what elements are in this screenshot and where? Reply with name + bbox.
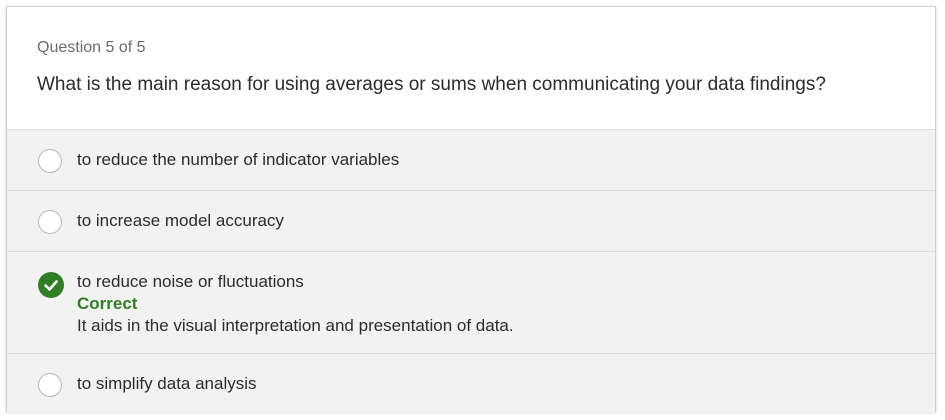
radio-circle-icon[interactable] [38,373,62,397]
answer-options: to reduce the number of indicator variab… [7,129,935,414]
radio-circle-icon[interactable] [38,210,62,234]
answer-explanation: It aids in the visual interpretation and… [77,316,514,335]
quiz-card: Question 5 of 5 What is the main reason … [6,6,936,414]
question-header: Question 5 of 5 What is the main reason … [7,7,935,129]
answer-option-label: to simplify data analysis [77,374,257,393]
checkmark-circle-icon [38,272,64,298]
question-text: What is the main reason for using averag… [37,74,826,95]
answer-option-3[interactable]: to reduce noise or fluctuations Correct … [7,252,935,354]
question-counter: Question 5 of 5 [37,39,146,56]
radio-circle-icon[interactable] [38,149,62,173]
result-correct-label: Correct [77,294,138,313]
answer-option-label: to increase model accuracy [77,211,284,230]
answer-option-1[interactable]: to reduce the number of indicator variab… [7,130,935,191]
answer-option-4[interactable]: to simplify data analysis [7,354,935,414]
answer-option-label: to reduce noise or fluctuations [77,272,304,291]
answer-option-2[interactable]: to increase model accuracy [7,191,935,252]
answer-option-label: to reduce the number of indicator variab… [77,150,400,169]
